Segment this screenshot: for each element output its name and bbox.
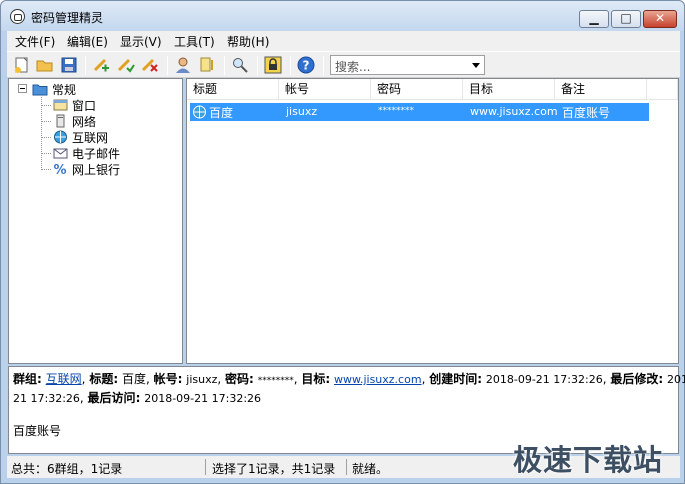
window-icon xyxy=(53,98,68,112)
chevron-down-icon[interactable] xyxy=(472,63,480,68)
tree-line xyxy=(41,97,42,170)
watermark-text: 极速下载站 xyxy=(513,443,664,477)
tree-item-email[interactable]: 电子邮件 xyxy=(72,145,120,162)
status-selected: 选择了1记录，共1记录 xyxy=(212,462,336,476)
collapse-toggle[interactable] xyxy=(18,84,27,93)
window-title: 密码管理精灵 xyxy=(31,11,104,25)
cell-target: www.jisuxz.com xyxy=(470,105,558,118)
close-button[interactable]: ✕ xyxy=(643,10,677,28)
menu-edit[interactable]: 编辑(E) xyxy=(67,33,108,50)
menu-view[interactable]: 显示(V) xyxy=(120,33,162,50)
detail-line-2: 21 17:32:26, 最后访问: 2018-09-21 17:32:26 xyxy=(13,391,262,405)
new-file-icon[interactable] xyxy=(13,56,31,74)
column-header-target[interactable]: 目标 xyxy=(463,79,555,100)
folder-icon xyxy=(32,82,48,96)
toolbar-separator xyxy=(290,56,291,75)
cell-account: jisuxz xyxy=(286,105,318,118)
column-header-note[interactable]: 备注 xyxy=(555,79,647,100)
column-header-account[interactable]: 帐号 xyxy=(279,79,371,100)
app-window: 密码管理精灵 ▁ □ ✕ 文件(F) 编辑(E) 显示(V) 工具(T) 帮助(… xyxy=(0,0,685,484)
modified-value-part2: 21 17:32:26 xyxy=(13,392,80,405)
tree-item-online-banking[interactable]: 网上银行 xyxy=(72,161,120,178)
tree-item-window[interactable]: 窗口 xyxy=(72,97,96,114)
save-icon[interactable] xyxy=(60,56,78,74)
toolbar-separator xyxy=(224,56,225,75)
table-row[interactable]: 百度 jisuxz ******** www.jisuxz.com 百度账号 xyxy=(190,103,649,121)
open-folder-icon[interactable] xyxy=(36,56,54,74)
tree-item-network[interactable]: 网络 xyxy=(72,113,96,130)
tree-line xyxy=(41,137,51,138)
menu-file[interactable]: 文件(F) xyxy=(15,33,55,50)
toolbar: ? 搜索... xyxy=(7,51,680,78)
detail-note: 百度账号 xyxy=(13,424,62,438)
maximize-button[interactable]: □ xyxy=(611,10,641,28)
user-icon[interactable] xyxy=(174,56,192,74)
title-value: 百度 xyxy=(121,372,146,386)
svg-text:?: ? xyxy=(303,59,310,73)
password-label: 密码 xyxy=(225,372,250,386)
accessed-value: 2018-09-21 17:32:26 xyxy=(144,392,262,405)
delete-record-icon[interactable] xyxy=(141,56,159,74)
menu-help[interactable]: 帮助(H) xyxy=(227,33,269,50)
created-value: 2018-09-21 17:32:26 xyxy=(485,373,603,386)
add-record-icon[interactable] xyxy=(93,56,111,74)
key-icon[interactable] xyxy=(198,56,216,74)
column-header-password[interactable]: 密码 xyxy=(371,79,463,100)
toolbar-separator xyxy=(323,56,324,75)
internet-globe-icon xyxy=(53,130,68,144)
password-value: ******** xyxy=(257,376,294,386)
group-tree[interactable]: 常规 窗口 网络 互联网 电子邮件 % 网上银行 xyxy=(8,78,183,364)
menu-tools[interactable]: 工具(T) xyxy=(174,33,215,50)
target-link[interactable]: www.jisuxz.com xyxy=(334,373,422,386)
record-list[interactable]: 标题 帐号 密码 目标 备注 百度 jisuxz ******** www.ji… xyxy=(186,78,679,364)
find-icon[interactable] xyxy=(231,56,249,74)
column-header-title[interactable]: 标题 xyxy=(187,79,279,100)
tree-line xyxy=(41,153,51,154)
edit-record-icon[interactable] xyxy=(117,56,135,74)
search-placeholder: 搜索... xyxy=(335,60,371,74)
toolbar-separator xyxy=(257,56,258,75)
group-link[interactable]: 互联网 xyxy=(46,372,82,386)
title-label: 标题 xyxy=(89,372,114,386)
status-separator xyxy=(346,459,347,475)
network-icon xyxy=(53,114,68,128)
tree-line xyxy=(41,105,51,106)
tree-line xyxy=(41,121,51,122)
created-label: 创建时间 xyxy=(429,372,478,386)
accessed-label: 最后访问 xyxy=(87,391,136,405)
target-label: 目标 xyxy=(301,372,326,386)
percent-icon: % xyxy=(53,162,68,178)
internet-globe-icon xyxy=(192,105,207,119)
modified-label: 最后修改 xyxy=(610,372,659,386)
account-label: 帐号 xyxy=(153,372,178,386)
help-icon[interactable]: ? xyxy=(297,56,315,74)
tree-line xyxy=(41,169,51,170)
menu-bar: 文件(F) 编辑(E) 显示(V) 工具(T) 帮助(H) xyxy=(7,31,680,51)
modified-value-part1: 2018-09- xyxy=(666,373,685,386)
tree-item-internet[interactable]: 互联网 xyxy=(72,129,108,146)
account-value: jisuxz xyxy=(186,373,218,386)
cell-title: 百度 xyxy=(209,106,234,120)
title-bar[interactable]: 密码管理精灵 ▁ □ ✕ xyxy=(1,1,684,31)
lock-icon[interactable] xyxy=(264,56,282,74)
search-combobox[interactable]: 搜索... xyxy=(330,55,485,75)
toolbar-separator xyxy=(85,56,86,75)
svg-text:%: % xyxy=(53,163,66,176)
detail-line-1: 群组: 互联网, 标题: 百度, 帐号: jisuxz, 密码: *******… xyxy=(13,371,685,390)
minimize-button[interactable]: ▁ xyxy=(579,10,609,28)
cell-password: ******** xyxy=(378,106,414,116)
cell-note: 百度账号 xyxy=(562,106,611,120)
group-label: 群组 xyxy=(13,372,38,386)
tree-item-general[interactable]: 常规 xyxy=(52,81,76,98)
status-ready: 就绪。 xyxy=(352,462,389,476)
column-header-filler xyxy=(647,79,678,100)
email-icon xyxy=(53,146,68,160)
toolbar-separator xyxy=(167,56,168,75)
status-total: 总共：6群组，1记录 xyxy=(11,462,123,476)
lock-app-icon xyxy=(10,9,25,24)
status-separator xyxy=(205,459,206,475)
